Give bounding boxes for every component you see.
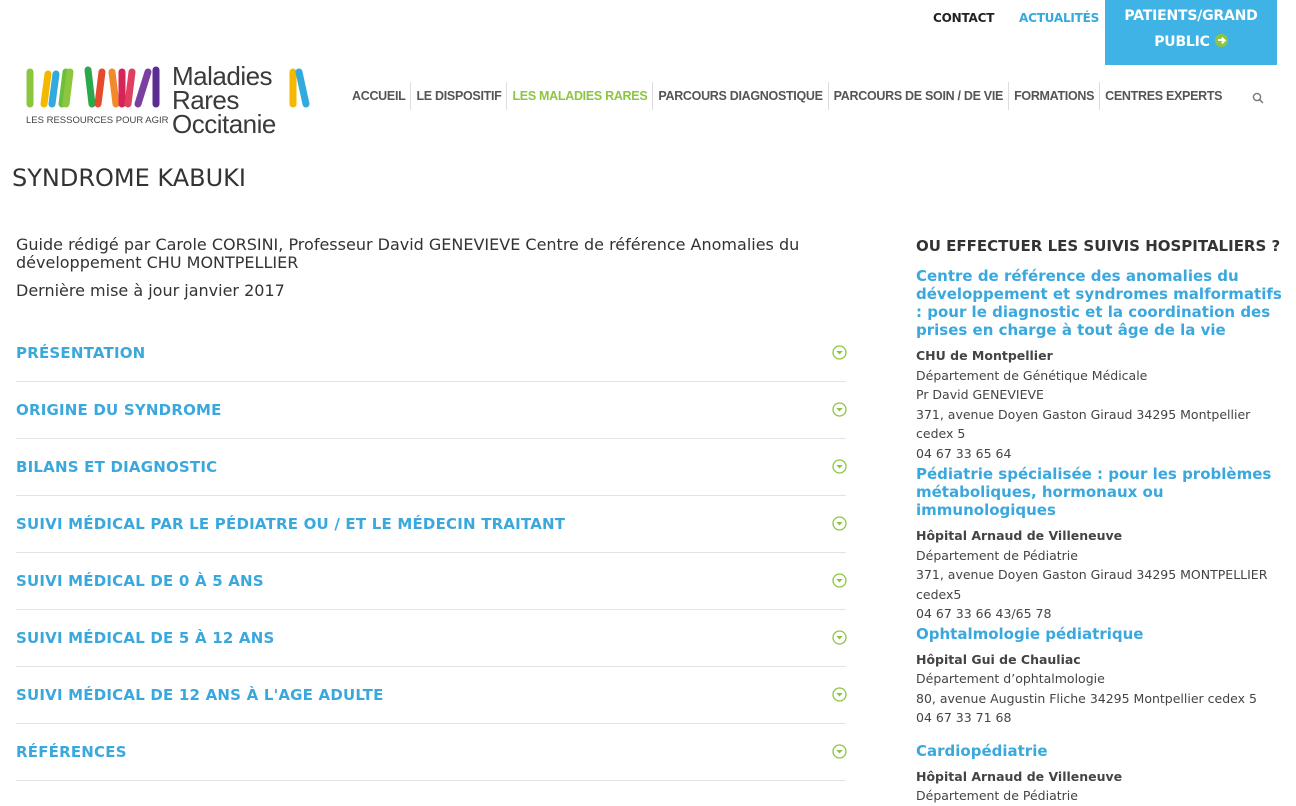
chevron-down-circle-icon: [832, 573, 847, 588]
address: 371, avenue Doyen Gaston Giraud 34295 MO…: [916, 567, 1268, 602]
chevron-down-circle-icon: [832, 459, 847, 474]
hospital-name: CHU de Montpellier: [916, 348, 1053, 363]
patients-grand-public-button[interactable]: PATIENTS/GRAND PUBLIC: [1105, 0, 1277, 65]
accordion-item-suivi-0-5[interactable]: SUIVI MÉDICAL DE 0 À 5 ANS: [16, 553, 847, 610]
accordion-item-origine[interactable]: ORIGINE DU SYNDROME: [16, 382, 847, 439]
sidebar-block: Pédiatrie spécialisée : pour les problèm…: [916, 465, 1291, 624]
patients-label-line2: PUBLIC: [1154, 34, 1210, 50]
hospital-followup-sidebar: OU EFFECTUER LES SUIVIS HOSPITALIERS ? C…: [916, 237, 1291, 806]
address: 80, avenue Augustin Fliche 34295 Montpel…: [916, 690, 1257, 706]
accordion-label: SUIVI MÉDICAL PAR LE PÉDIATRE OU / ET LE…: [16, 515, 566, 533]
hospital-name: Hôpital Gui de Chauliac: [916, 651, 1081, 667]
nav-item-formations[interactable]: FORMATIONS: [1008, 82, 1099, 110]
sidebar-block-details: Hôpital Gui de Chauliac Département d’op…: [916, 650, 1291, 728]
sidebar-block-details: Hôpital Arnaud de Villeneuve Département…: [916, 767, 1291, 806]
sidebar-block-title: Ophtalmologie pédiatrique: [916, 624, 1144, 643]
accordion-label: SUIVI MÉDICAL DE 5 À 12 ANS: [16, 629, 275, 647]
arrow-right-circle-icon: [1214, 34, 1228, 47]
accordion-item-suivi-12-adulte[interactable]: SUIVI MÉDICAL DE 12 ANS À L'AGE ADULTE: [16, 667, 847, 724]
chevron-down-circle-icon: [832, 744, 847, 759]
sidebar-block-details: CHU de Montpellier Département de Généti…: [916, 346, 1291, 463]
page-title: SYNDROME KABUKI: [12, 164, 246, 193]
accordion: PRÉSENTATION ORIGINE DU SYNDROME BILANS …: [16, 325, 847, 781]
accordion-label: SUIVI MÉDICAL DE 0 À 5 ANS: [16, 572, 264, 590]
accordion-item-presentation[interactable]: PRÉSENTATION: [16, 325, 847, 382]
patients-label-line1: PATIENTS/GRAND: [1124, 8, 1258, 24]
department-name: Département de Génétique Médicale: [916, 367, 1148, 383]
accordion-item-suivi-5-12[interactable]: SUIVI MÉDICAL DE 5 À 12 ANS: [16, 610, 847, 667]
sidebar-block-title: Cardiopédiatrie: [916, 741, 1048, 760]
sidebar-block: Ophtalmologie pédiatrique Hôpital Gui de…: [916, 625, 1291, 728]
logo-title-line3: Occitanie: [172, 109, 276, 139]
chevron-down-circle-icon: [832, 345, 847, 360]
accordion-item-bilans[interactable]: BILANS ET DIAGNOSTIC: [16, 439, 847, 496]
nav-item-parcours-de-soin[interactable]: PARCOURS DE SOIN / DE VIE: [827, 82, 1008, 110]
top-bar: CONTACT ACTUALITÉS PATIENTS/GRAND PUBLIC: [0, 0, 1296, 65]
chevron-down-circle-icon: [832, 630, 847, 645]
sidebar-block-title: Pédiatrie spécialisée : pour les problèm…: [916, 465, 1272, 519]
main-nav: ACCUEIL LE DISPOSITIF LES MALADIES RARES…: [347, 82, 1227, 110]
address: 371, avenue Doyen Gaston Giraud 34295 Mo…: [916, 406, 1251, 442]
accordion-label: SUIVI MÉDICAL DE 12 ANS À L'AGE ADULTE: [16, 686, 384, 704]
guide-author: Guide rédigé par Carole CORSINI, Profess…: [16, 235, 800, 272]
sidebar-block: Centre de référence des anomalies du dév…: [916, 267, 1291, 463]
guide-intro: Guide rédigé par Carole CORSINI, Profess…: [16, 236, 856, 300]
nav-item-centres-experts[interactable]: CENTRES EXPERTS: [1099, 82, 1227, 110]
sidebar-heading: OU EFFECTUER LES SUIVIS HOSPITALIERS ?: [916, 237, 1281, 255]
accordion-label: RÉFÉRENCES: [16, 743, 127, 761]
search-button[interactable]: [1252, 89, 1264, 104]
department-name: Département de Pédiatrie: [916, 788, 1078, 803]
last-update-date: Dernière mise à jour janvier 2017: [16, 281, 285, 300]
department-name: Département d’ophtalmologie: [916, 671, 1105, 686]
hospital-name: Hôpital Arnaud de Villeneuve: [916, 528, 1123, 543]
sidebar-block-title: Centre de référence des anomalies du dév…: [916, 267, 1282, 339]
nav-item-accueil[interactable]: ACCUEIL: [347, 82, 410, 110]
search-icon: [1252, 92, 1264, 104]
accordion-item-references[interactable]: RÉFÉRENCES: [16, 724, 847, 781]
accordion-label: ORIGINE DU SYNDROME: [16, 401, 222, 419]
logo-tagline: LES RESSOURCES POUR AGIR: [26, 115, 169, 126]
contact-link[interactable]: CONTACT: [933, 11, 994, 25]
accordion-item-suivi-pediatre[interactable]: SUIVI MÉDICAL PAR LE PÉDIATRE OU / ET LE…: [16, 496, 847, 553]
site-logo[interactable]: Maladies Rares Occitanie LES RESSOURCES …: [26, 63, 316, 137]
sidebar-block-details: Hôpital Arnaud de Villeneuve Département…: [916, 526, 1291, 624]
phone-number: 04 67 33 71 68: [916, 710, 1012, 725]
nav-item-les-maladies-rares[interactable]: LES MALADIES RARES: [506, 82, 652, 110]
department-name: Département de Pédiatrie: [916, 547, 1078, 563]
phone-number: 04 67 33 66 43/65 78: [916, 606, 1052, 621]
phone-number: 04 67 33 65 64: [916, 445, 1012, 461]
logo-title: Maladies Rares Occitanie: [172, 63, 276, 139]
chevron-down-circle-icon: [832, 402, 847, 417]
sidebar-block: Cardiopédiatrie Hôpital Arnaud de Villen…: [916, 742, 1291, 806]
accordion-label: BILANS ET DIAGNOSTIC: [16, 458, 218, 476]
accordion-label: PRÉSENTATION: [16, 344, 146, 362]
chevron-down-circle-icon: [832, 516, 847, 531]
hospital-name: Hôpital Arnaud de Villeneuve: [916, 768, 1123, 784]
actualites-link[interactable]: ACTUALITÉS: [1019, 11, 1099, 25]
nav-item-parcours-diagnostique[interactable]: PARCOURS DIAGNOSTIQUE: [652, 82, 827, 110]
doctor-name: Pr David GENEVIEVE: [916, 387, 1044, 402]
nav-item-le-dispositif[interactable]: LE DISPOSITIF: [410, 82, 506, 110]
chevron-down-circle-icon: [832, 687, 847, 702]
